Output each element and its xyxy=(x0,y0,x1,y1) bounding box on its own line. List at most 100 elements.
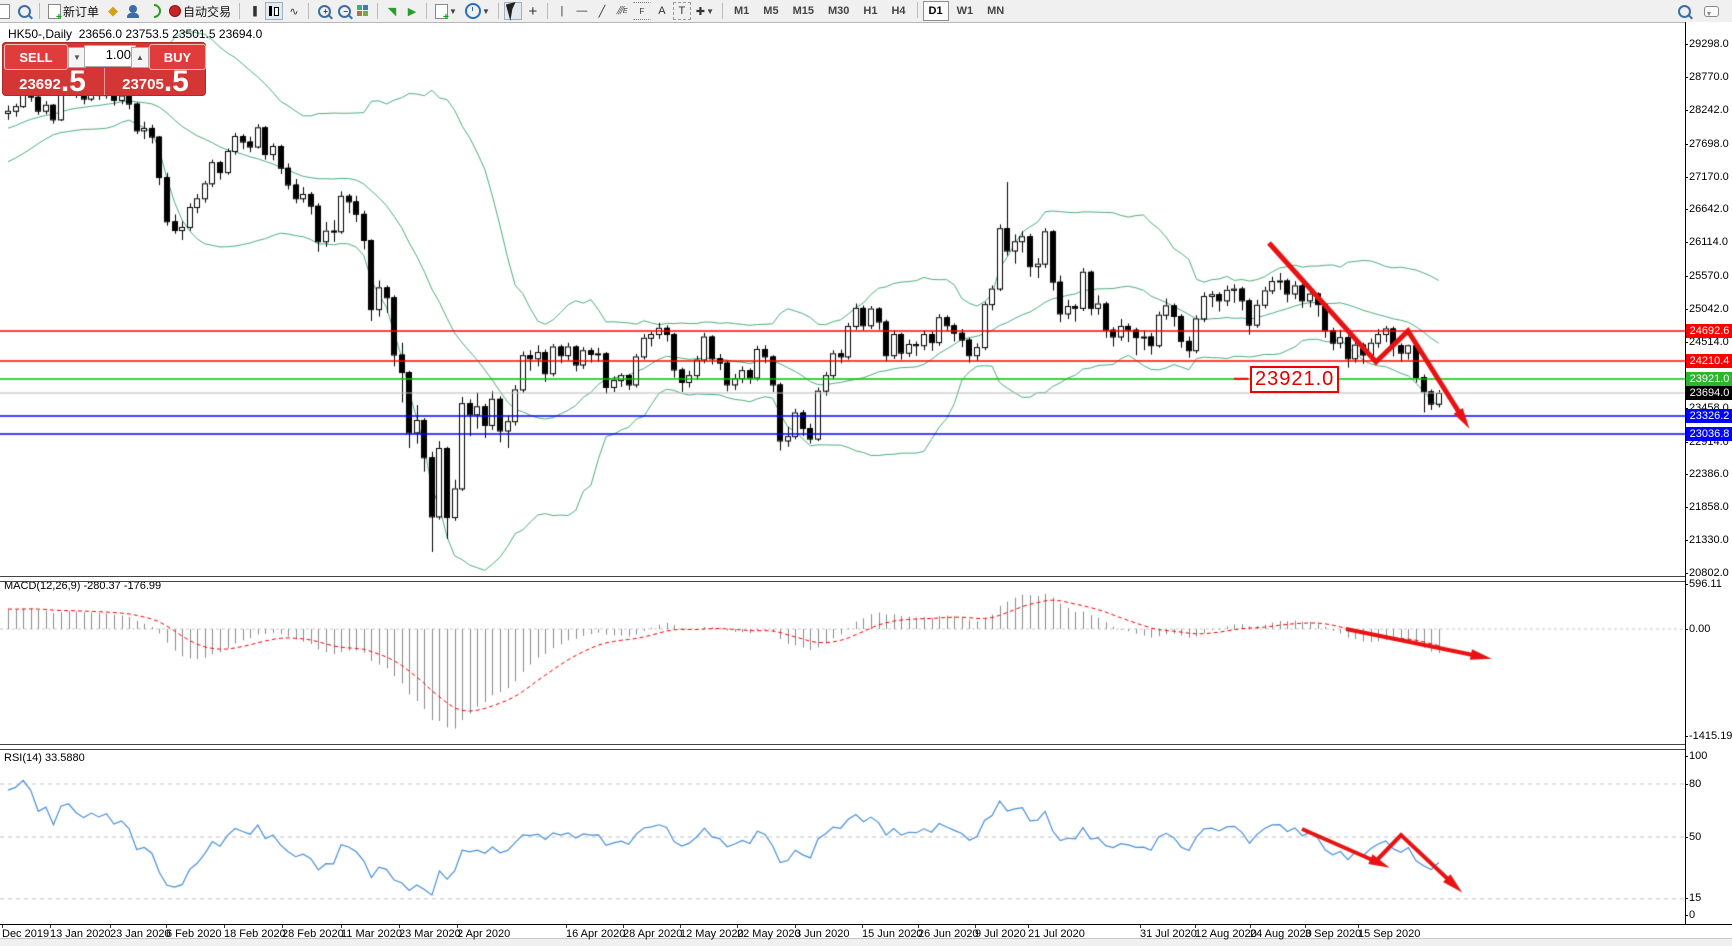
panel-separator-macd-rsi[interactable] xyxy=(0,744,1732,750)
sell-button[interactable]: SELL xyxy=(4,44,68,70)
timeframe-mn[interactable]: MN xyxy=(981,1,1010,21)
price-tick-label: 26114.0 xyxy=(1689,236,1728,249)
macd-tick-mark xyxy=(1685,584,1688,585)
date-axis-tick xyxy=(975,925,976,928)
price-tick-label: 25042.0 xyxy=(1689,303,1729,315)
trendline-button[interactable]: ╱ xyxy=(593,2,611,20)
price-annotation-box[interactable]: 23921.0 xyxy=(1250,366,1340,393)
price-level-badge[interactable]: 23921.0 xyxy=(1686,371,1732,386)
crosshair-button[interactable]: + xyxy=(524,2,542,20)
date-axis-label: 11 Mar 2020 xyxy=(341,928,402,940)
arrow-tools-button[interactable]: ✚ ▼ xyxy=(693,2,717,20)
date-axis-label: 31 Jul 2020 xyxy=(1140,928,1197,940)
chat-icon[interactable] xyxy=(1701,2,1722,20)
timeframe-d1[interactable]: D1 xyxy=(922,1,949,21)
price-tick-label: 26642.0 xyxy=(1689,203,1729,216)
price-tick-mark xyxy=(1685,309,1688,310)
price-level-badge[interactable]: 24692.6 xyxy=(1686,323,1732,338)
profile-icon[interactable] xyxy=(15,2,34,20)
date-axis-label: 26 Jun 2020 xyxy=(918,928,979,940)
timeframe-m15[interactable]: M15 xyxy=(787,1,820,21)
chart-canvas[interactable] xyxy=(0,0,1732,946)
tile-windows-button[interactable] xyxy=(354,2,372,20)
price-tick-label: 21858.0 xyxy=(1689,501,1729,514)
label-tool-button[interactable]: T xyxy=(672,2,691,20)
date-axis-tick xyxy=(50,925,51,928)
zoom-out-button[interactable]: − xyxy=(334,2,352,20)
price-level-badge[interactable]: 23326.2 xyxy=(1686,408,1732,423)
ohlc-low: 23501.5 xyxy=(172,27,216,41)
timeframe-m1[interactable]: M1 xyxy=(728,1,755,21)
price-tick-label: 27170.0 xyxy=(1689,170,1729,183)
panel-separator-main-macd[interactable] xyxy=(0,576,1732,582)
shift-chart-button[interactable]: ◥ xyxy=(383,2,401,20)
date-axis-tick xyxy=(737,925,738,928)
zoom-in-button[interactable]: + xyxy=(314,2,332,20)
sell-price[interactable]: 23692.5 xyxy=(2,68,103,95)
date-axis-tick xyxy=(918,925,919,928)
date-axis-label: 15 Jun 2020 xyxy=(862,928,923,940)
date-axis-label: 21 Jul 2020 xyxy=(1028,928,1085,940)
timeframe-m30[interactable]: M30 xyxy=(822,1,855,21)
date-axis-tick xyxy=(1305,925,1306,928)
periods-button[interactable]: ▼ xyxy=(462,2,493,20)
macd-tick-label: 596.11 xyxy=(1689,578,1722,590)
new-order-button[interactable]: + 新订单 xyxy=(45,2,102,22)
indicators-button[interactable]: + ▼ xyxy=(432,2,460,22)
timeframe-w1[interactable]: W1 xyxy=(951,1,980,21)
diamond-icon[interactable]: ◆ xyxy=(104,2,122,20)
price-tick-label: 28770.0 xyxy=(1689,70,1729,83)
signal-icon[interactable] xyxy=(144,1,164,21)
ohlc-high: 23753.5 xyxy=(125,27,169,41)
price-level-badge[interactable]: 23694.0 xyxy=(1686,385,1732,400)
fibonacci-button[interactable]: F xyxy=(632,2,651,20)
price-tick-mark xyxy=(1685,44,1688,45)
date-axis-tick xyxy=(166,925,167,928)
timeframe-h1[interactable]: H1 xyxy=(857,1,883,21)
price-tick-mark xyxy=(1685,242,1688,244)
autotrading-icon xyxy=(169,5,182,17)
price-tick-mark xyxy=(1685,143,1688,145)
buy-price[interactable]: 23705.5 xyxy=(105,68,206,95)
equidistant-channel-button[interactable]: ⫻ E xyxy=(613,2,631,20)
candlestick-type-button[interactable] xyxy=(265,2,284,20)
date-axis-label: Dec 2019 xyxy=(2,928,50,940)
price-level-badge[interactable]: 23036.8 xyxy=(1686,426,1732,441)
price-axis[interactable]: 29298.0 28770.0 28242.0 27698.0 27170.0 26642… xyxy=(1685,22,1732,924)
price-level-badge[interactable]: 24210.4 xyxy=(1686,353,1732,368)
date-axis-label: 22 May 2020 xyxy=(737,928,801,940)
date-axis-tick xyxy=(341,925,342,928)
mt4-window: + 新订单 ◆ 自动交易 ||| ∿ + − ◥ ▶ + ▼ ▼ + | — ╱ … xyxy=(0,0,1732,946)
price-tick-mark xyxy=(1685,507,1688,509)
price-tick-label: 21330.0 xyxy=(1689,534,1729,547)
navigator-person-icon[interactable] xyxy=(124,2,142,20)
timeframe-h4[interactable]: H4 xyxy=(885,1,911,21)
date-axis-label: 6 Feb 2020 xyxy=(166,928,222,940)
price-tick-label: 22386.0 xyxy=(1689,468,1729,481)
date-axis-tick xyxy=(1028,925,1029,928)
autotrading-label: 自动交易 xyxy=(183,4,232,19)
autoscroll-button[interactable]: ▶ xyxy=(403,2,421,20)
vertical-line-button[interactable]: | xyxy=(553,2,571,20)
bar-chart-type-button[interactable]: ||| xyxy=(245,2,263,20)
buy-button[interactable]: BUY xyxy=(149,44,206,70)
volume-input[interactable]: 1.00 xyxy=(84,45,136,67)
horizontal-line-button[interactable]: — xyxy=(573,2,591,20)
search-icon[interactable] xyxy=(1675,2,1694,20)
volume-increase-button[interactable]: ▲ xyxy=(131,47,149,68)
price-tick-mark xyxy=(1685,341,1688,343)
date-axis-tick xyxy=(795,925,796,928)
rsi-tick-label: 0 xyxy=(1689,909,1696,921)
line-chart-type-button[interactable]: ∿ xyxy=(285,2,303,20)
date-axis-label: 16 Apr 2020 xyxy=(566,928,626,940)
text-tool-button[interactable]: A xyxy=(653,2,671,20)
rsi-tick-label: 15 xyxy=(1689,892,1702,904)
autotrading-button[interactable]: 自动交易 xyxy=(166,2,234,20)
new-order-label: 新订单 xyxy=(63,4,100,19)
timeframe-group: M1 M5 M15 M30 H1 H4 D1 W1 MN xyxy=(727,1,1011,21)
timeframe-m5[interactable]: M5 xyxy=(757,1,784,21)
price-tick-mark xyxy=(1685,540,1688,542)
cursor-button[interactable] xyxy=(503,1,522,21)
date-axis-tick xyxy=(2,925,3,928)
chart-window-icon[interactable] xyxy=(0,2,13,20)
